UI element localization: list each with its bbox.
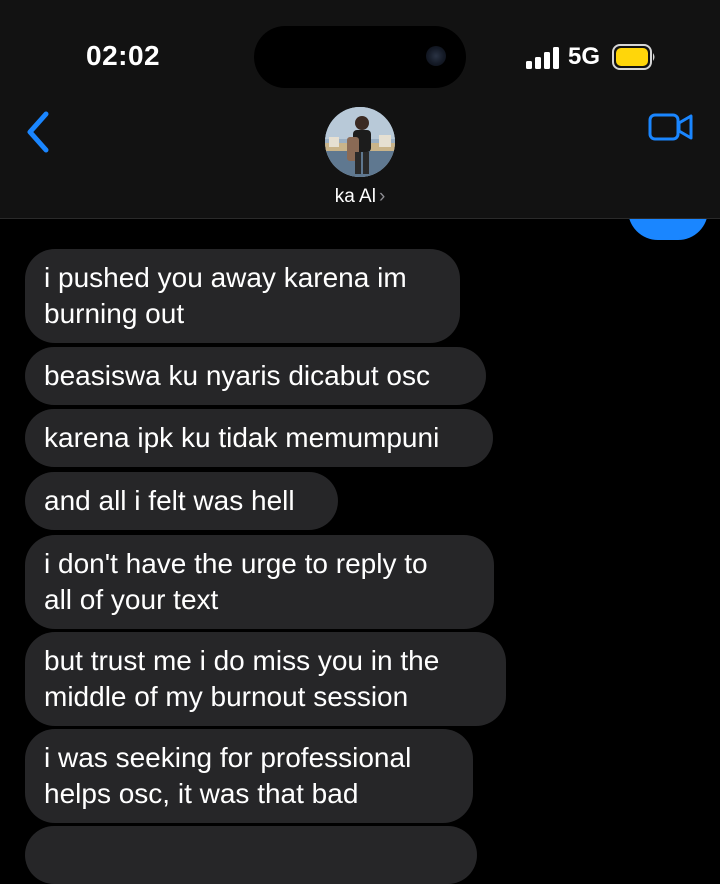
video-camera-icon[interactable] bbox=[648, 111, 694, 143]
network-type: 5G bbox=[568, 43, 601, 70]
message-bubble[interactable]: and all i felt was hell bbox=[25, 472, 338, 530]
message-line: and all i felt was hell bbox=[44, 485, 295, 516]
message-bubble[interactable] bbox=[25, 826, 477, 884]
contact-name: ka Al bbox=[334, 186, 376, 207]
message-bubble[interactable]: i was seeking for professional helps osc… bbox=[25, 729, 473, 823]
contact-name-button[interactable]: ka Al › bbox=[0, 186, 720, 208]
message-bubble[interactable]: karena ipk ku tidak memumpuni bbox=[25, 409, 493, 467]
message-line: but trust me i do miss you in the bbox=[44, 645, 440, 676]
message-line: all of your text bbox=[44, 584, 219, 615]
message-bubble[interactable]: i don't have the urge to reply to all of… bbox=[25, 535, 494, 629]
message-bubble[interactable]: i pushed you away karena im burning out bbox=[25, 249, 460, 343]
front-camera-icon bbox=[426, 46, 446, 66]
status-time: 02:02 bbox=[86, 40, 161, 71]
chat-header: 02:02 5G ka Al › bbox=[0, 0, 720, 219]
message-line: helps osc, it was that bad bbox=[44, 778, 359, 809]
chevron-right-icon: › bbox=[378, 186, 386, 207]
avatar[interactable] bbox=[325, 107, 395, 177]
message-line: karena ipk ku tidak memumpuni bbox=[44, 422, 440, 453]
message-line: i pushed you away karena im bbox=[44, 262, 407, 293]
message-list: i pushed you away karena im burning out … bbox=[0, 219, 720, 884]
message-line: middle of my burnout session bbox=[44, 681, 409, 712]
message-bubble[interactable]: beasiswa ku nyaris dicabut osc bbox=[25, 347, 486, 405]
message-line: i was seeking for professional bbox=[44, 742, 412, 773]
message-line: i don't have the urge to reply to bbox=[44, 548, 428, 579]
chevron-left-icon[interactable] bbox=[22, 108, 58, 156]
signal-strength-icon bbox=[526, 47, 562, 69]
message-bubble[interactable]: but trust me i do miss you in the middle… bbox=[25, 632, 506, 726]
dynamic-island bbox=[254, 26, 466, 88]
battery-icon bbox=[612, 44, 655, 70]
message-line: beasiswa ku nyaris dicabut osc bbox=[44, 360, 430, 391]
message-line: burning out bbox=[44, 298, 185, 329]
